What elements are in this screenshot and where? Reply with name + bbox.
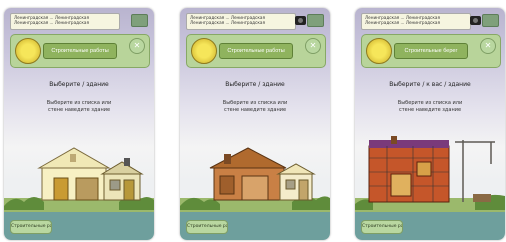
bottom-menu-button[interactable]: Строительные работы [186, 220, 228, 234]
address-line: Ленинградская ... Ленинградская [365, 20, 440, 25]
top-panel: Строительные работы ⚒ [186, 34, 326, 68]
address-field[interactable]: Ленинградская ... Ленинградская Ленингра… [10, 13, 120, 30]
app-screen-1: Ленинградская ... Ленинградская Ленингра… [4, 8, 154, 240]
description-line: Выберите из списка или [397, 100, 463, 106]
menu-button[interactable] [482, 14, 499, 27]
description-line: стене наведите здание [223, 107, 287, 113]
camera-icon[interactable] [295, 16, 306, 25]
bottom-menu-button[interactable]: Строительные работы [10, 220, 52, 234]
close-icon[interactable]: ✕ [129, 38, 145, 54]
construction-works-button[interactable]: Строительные работы [43, 43, 117, 59]
description-line: стене наведите здание [398, 107, 462, 113]
close-icon[interactable]: ✕ [305, 38, 321, 54]
address-line: Ленинградская ... Ленинградская [14, 20, 89, 25]
top-panel: Строительные работы ⚒ [10, 34, 150, 68]
top-panel: Строительные берег ⚒ [361, 34, 501, 68]
description-text: Выберите из списка или стене наведите зд… [365, 100, 495, 114]
screen-heading: Выберите / к вас / здание [389, 81, 471, 88]
bottom-menu-button[interactable]: Строительные работы [361, 220, 403, 234]
logo-icon [191, 38, 217, 64]
address-field[interactable]: Ленинградская ... Ленинградская Ленингра… [186, 13, 296, 30]
construction-shore-button[interactable]: Строительные берег [394, 43, 468, 59]
camera-icon[interactable] [470, 16, 481, 25]
description-line: Выберите из списка или [46, 100, 112, 106]
screen-heading: Выберите / здание [225, 81, 285, 88]
description-text: Выберите из списка или стене наведите зд… [14, 100, 144, 114]
menu-button[interactable] [307, 14, 324, 27]
close-icon[interactable]: ✕ [480, 38, 496, 54]
menu-button[interactable] [131, 14, 148, 27]
logo-icon [366, 38, 392, 64]
description-line: Выберите из списка или [222, 100, 288, 106]
app-screen-2: Ленинградская ... Ленинградская Ленингра… [180, 8, 330, 240]
logo-icon [15, 38, 41, 64]
description-line: стене наведите здание [47, 107, 111, 113]
address-line: Ленинградская ... Ленинградская [190, 20, 265, 25]
construction-works-button[interactable]: Строительные работы [219, 43, 293, 59]
description-text: Выберите из списка или стене наведите зд… [190, 100, 320, 114]
app-screen-3: Ленинградская ... Ленинградская Ленингра… [355, 8, 505, 240]
address-field[interactable]: Ленинградская ... Ленинградская Ленингра… [361, 13, 471, 30]
screen-heading: Выберите / здание [49, 81, 109, 88]
